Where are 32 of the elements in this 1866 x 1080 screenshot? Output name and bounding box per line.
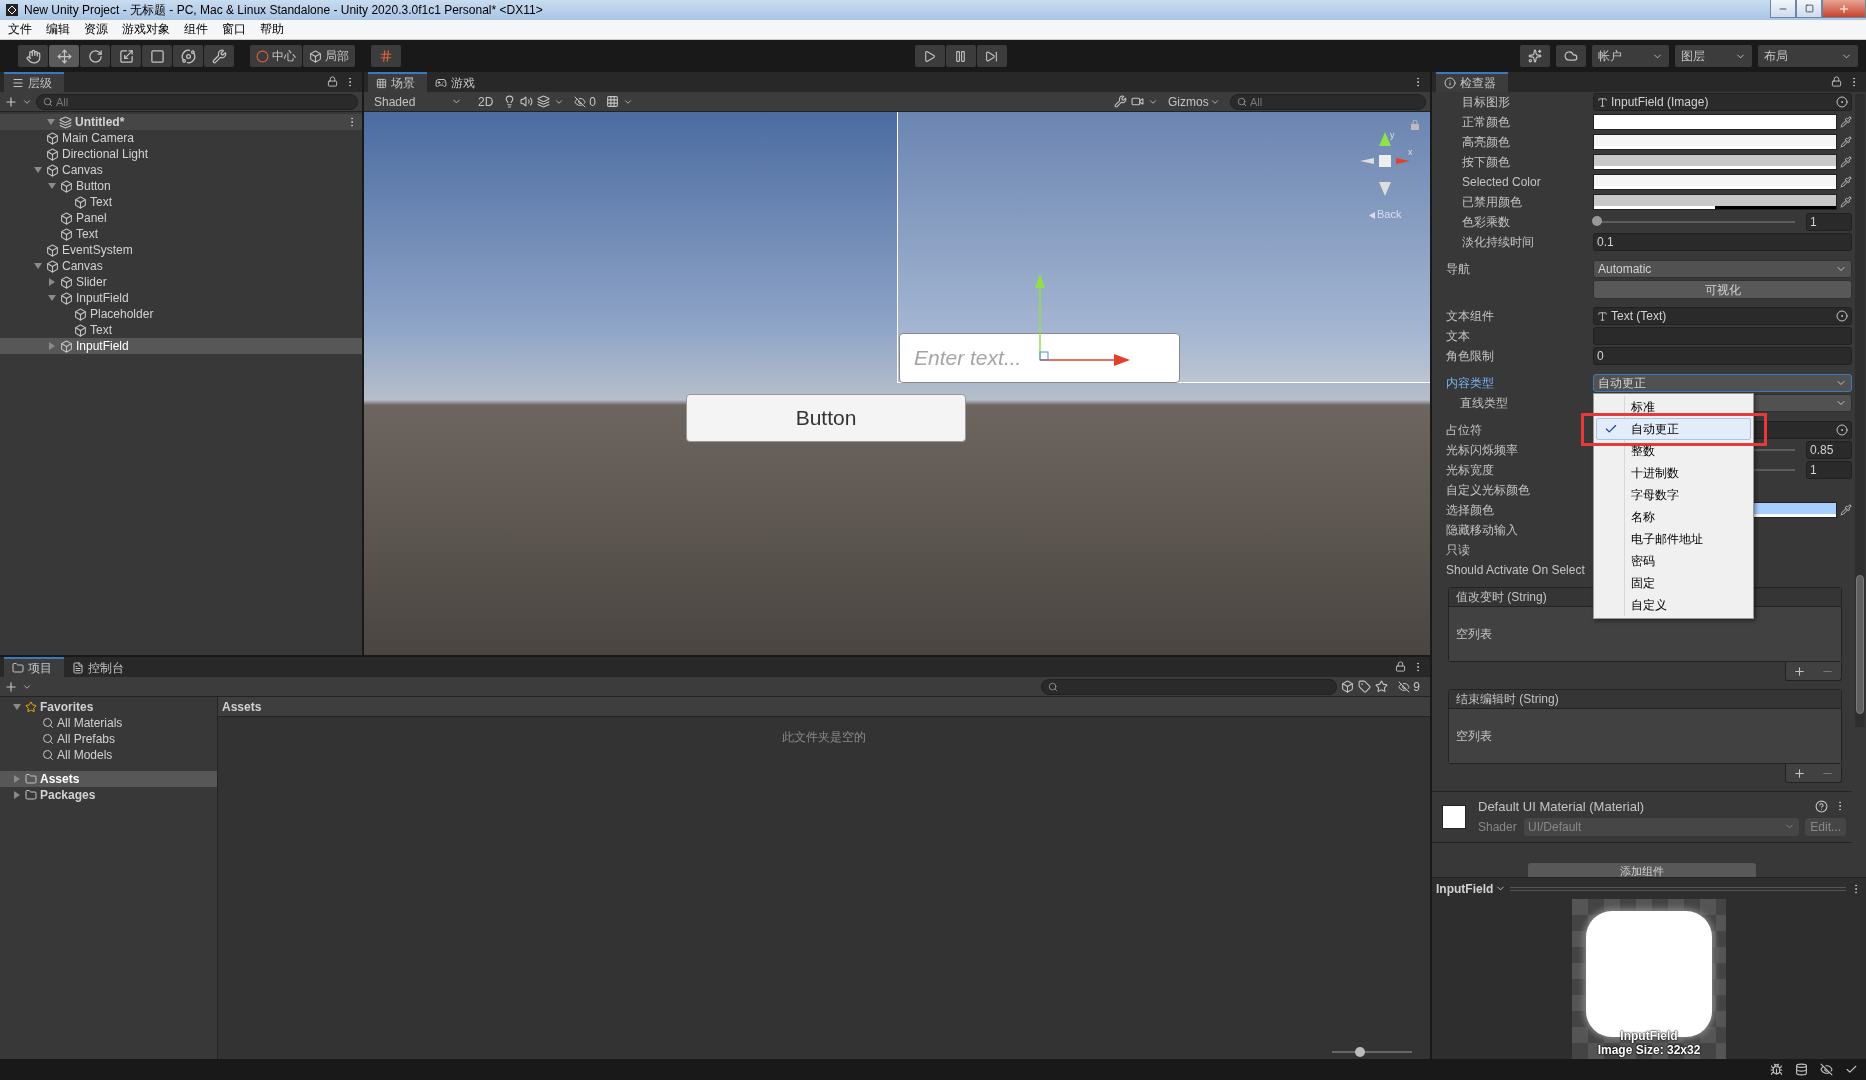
empty-message: 此文件夹是空的	[781, 729, 867, 746]
event-title: 结束编辑时 (String)	[1456, 690, 1559, 708]
property-label: 光标闪烁频率	[1446, 441, 1519, 459]
property-label: 文本组件	[1446, 307, 1495, 325]
property-label: 色彩乘数	[1462, 213, 1511, 231]
property-label: 目标图形	[1462, 93, 1511, 111]
property-label: 内容类型	[1446, 374, 1495, 392]
property-label: 文本	[1446, 327, 1471, 345]
property-label: 正常颜色	[1462, 113, 1511, 131]
property-label: 占位符	[1446, 421, 1483, 439]
property-label: 高亮颜色	[1462, 133, 1511, 151]
property-label: 自定义光标颜色	[1446, 481, 1531, 499]
event-title: 值改变时 (String)	[1456, 588, 1547, 606]
window-title: New Unity Project - 无标题 - PC, Mac & Linux Standalone - Unity 2020.3.0f1c1 Personal* <DX11>	[24, 1, 544, 19]
shader-label: Shader	[1478, 819, 1518, 834]
property-label: 光标宽度	[1446, 461, 1495, 479]
property-label: Selected Color	[1462, 175, 1542, 189]
property-label: 隐藏移动输入	[1446, 521, 1519, 539]
folder-header: Assets	[218, 697, 1430, 717]
material-name: Default UI Material (Material)	[1478, 798, 1646, 814]
empty-list-text: 空列表	[1456, 727, 1492, 745]
property-label: 角色限制	[1446, 347, 1495, 365]
property-label: 只读	[1446, 541, 1471, 559]
preview-size: Image Size: 32x32	[1597, 1043, 1701, 1057]
property-label: 淡化持续时间	[1462, 233, 1535, 251]
empty-list-text: 空列表	[1456, 625, 1492, 643]
property-label: 导航	[1446, 260, 1471, 278]
property-label: 已禁用颜色	[1462, 193, 1523, 211]
property-label: 按下颜色	[1462, 153, 1511, 171]
property-label: Should Activate On Select	[1446, 563, 1586, 577]
property-label: 选择颜色	[1446, 501, 1495, 519]
property-label: 直线类型	[1460, 394, 1509, 412]
